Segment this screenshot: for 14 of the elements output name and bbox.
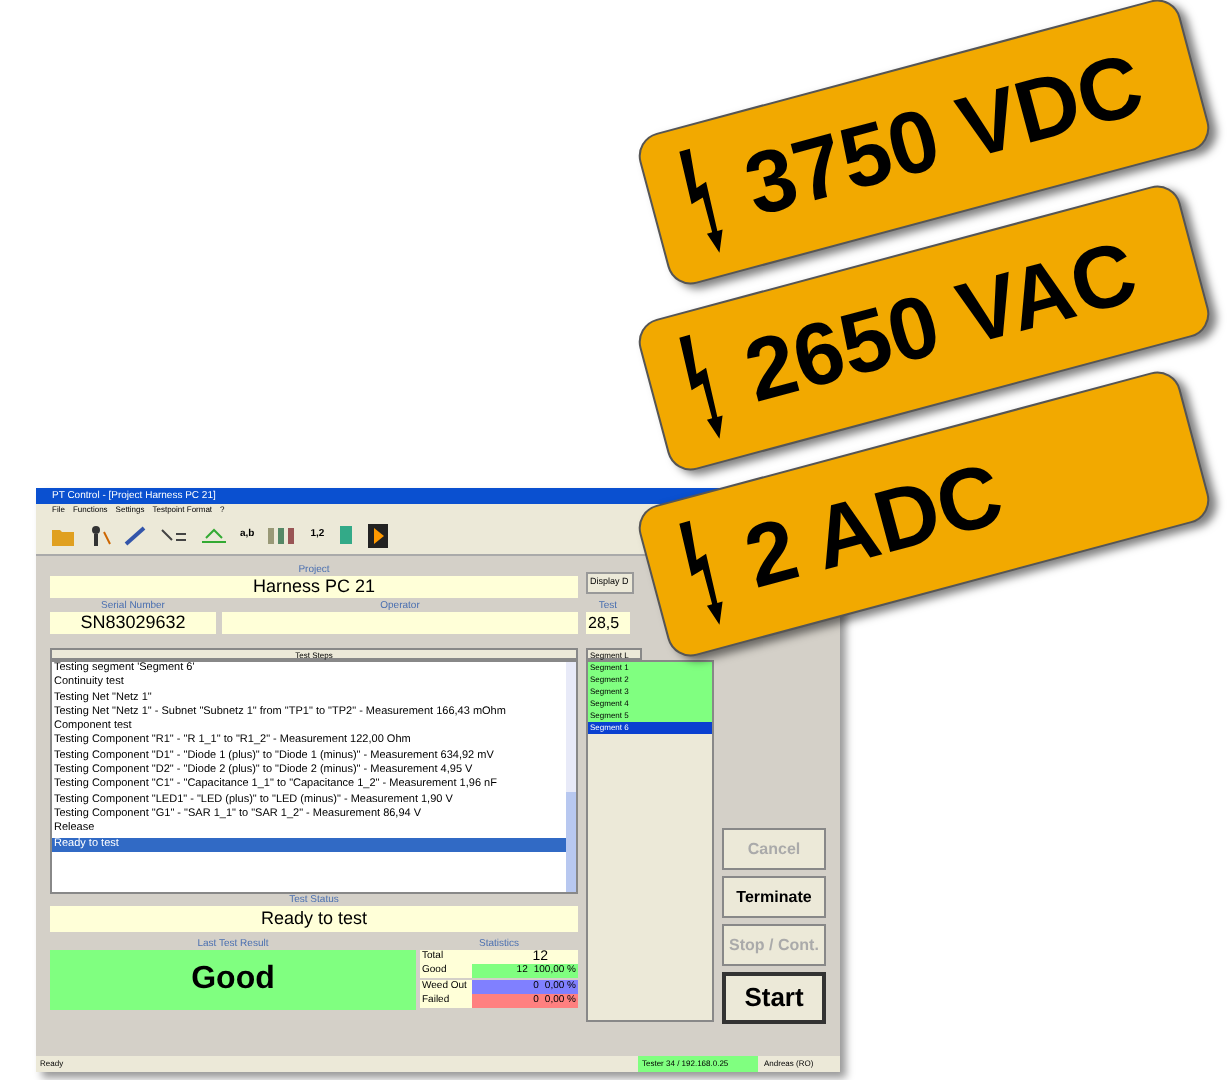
operator-field[interactable] — [222, 612, 578, 634]
play-icon[interactable] — [368, 523, 389, 547]
result-panel: Good — [50, 950, 416, 1010]
action-button[interactable]: Start — [722, 972, 826, 1024]
person-icon[interactable] — [88, 525, 112, 545]
pen-icon[interactable] — [124, 525, 148, 545]
project-field[interactable]: Harness PC 21 — [50, 576, 578, 598]
test-status-field: Ready to test — [50, 906, 578, 932]
test-time-field: 28,5 — [586, 612, 630, 634]
resistor-icon[interactable] — [266, 525, 299, 545]
action-button[interactable]: Terminate — [722, 876, 826, 918]
meter-icon[interactable] — [200, 525, 228, 545]
scrollbar[interactable] — [566, 662, 576, 892]
serial-field[interactable]: SN83029632 — [50, 612, 216, 634]
